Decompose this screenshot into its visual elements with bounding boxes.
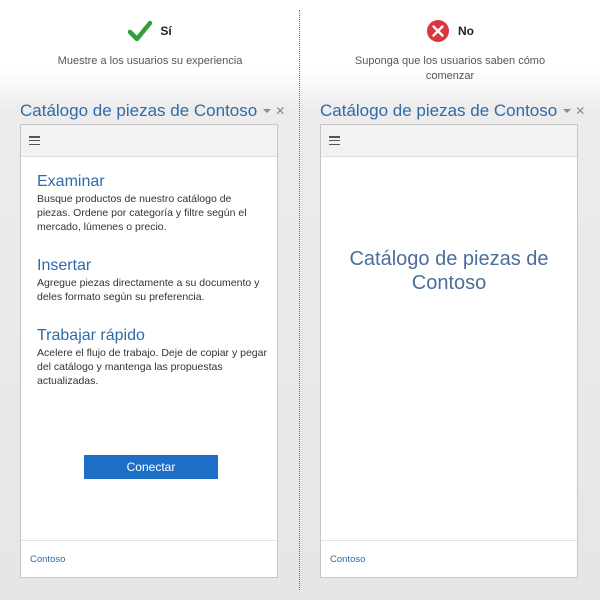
feature-title: Insertar [37, 257, 92, 274]
pane-title: Catálogo de piezas de Contoso [320, 101, 558, 120]
dont-example-column: No Suponga que los usuarios saben cómo c… [300, 0, 600, 600]
x-circle-icon [427, 20, 449, 42]
task-pane: Examinar Busque productos de nuestro cat… [20, 124, 278, 578]
verdict-label-yes: Sí [160, 24, 172, 38]
task-pane: Catálogo de piezas de Contoso Contoso [320, 124, 578, 578]
caret-down-icon[interactable] [563, 109, 572, 113]
verdict-label-no: No [458, 24, 474, 38]
pane-toolbar [321, 125, 577, 157]
hamburger-icon[interactable] [329, 136, 340, 145]
feature-title: Trabajar rápido [37, 327, 145, 344]
feature-description: Acelere el flujo de trabajo. Deje de cop… [37, 347, 267, 387]
pane-title: Catálogo de piezas de Contoso [20, 101, 258, 120]
close-icon[interactable]: ✕ [275, 105, 285, 117]
center-title-text: Catálogo de piezas de Contoso [349, 248, 549, 294]
caret-down-icon[interactable] [263, 109, 272, 113]
hamburger-icon[interactable] [29, 136, 40, 145]
feature-title: Examinar [37, 173, 105, 190]
verdict-description: Muestre a los usuarios su experiencia [57, 55, 243, 67]
pane-footer: Contoso [21, 540, 277, 577]
dont-verdict: No Suponga que los usuarios saben cómo c… [300, 18, 600, 84]
do-example-column: Sí Muestre a los usuarios su experiencia… [0, 0, 300, 600]
pane-header: Catálogo de piezas de Contoso ✕ [320, 100, 585, 122]
pane-header: Catálogo de piezas de Contoso ✕ [20, 100, 285, 122]
pane-body: Examinar Busque productos de nuestro cat… [21, 157, 277, 543]
pane-footer: Contoso [321, 540, 577, 577]
connect-button[interactable]: Conectar [84, 455, 218, 479]
feature-description: Agregue piezas directamente a su documen… [37, 277, 260, 303]
pane-toolbar [21, 125, 277, 157]
feature-examinar: Examinar Busque productos de nuestro cat… [37, 173, 267, 234]
footer-link-contoso[interactable]: Contoso [30, 554, 65, 565]
verdict-description: Suponga que los usuarios saben cómo come… [354, 55, 546, 82]
pane-body: Catálogo de piezas de Contoso [321, 157, 577, 543]
checkmark-icon [128, 20, 153, 42]
pane-center-title: Catálogo de piezas de Contoso [321, 247, 577, 295]
footer-link-contoso[interactable]: Contoso [330, 554, 365, 565]
close-icon[interactable]: ✕ [575, 105, 585, 117]
feature-description: Busque productos de nuestro catálogo de … [37, 193, 247, 233]
feature-insertar: Insertar Agregue piezas directamente a s… [37, 257, 267, 304]
do-verdict: Sí Muestre a los usuarios su experiencia [0, 18, 300, 69]
feature-trabajar-rapido: Trabajar rápido Acelere el flujo de trab… [37, 327, 267, 388]
